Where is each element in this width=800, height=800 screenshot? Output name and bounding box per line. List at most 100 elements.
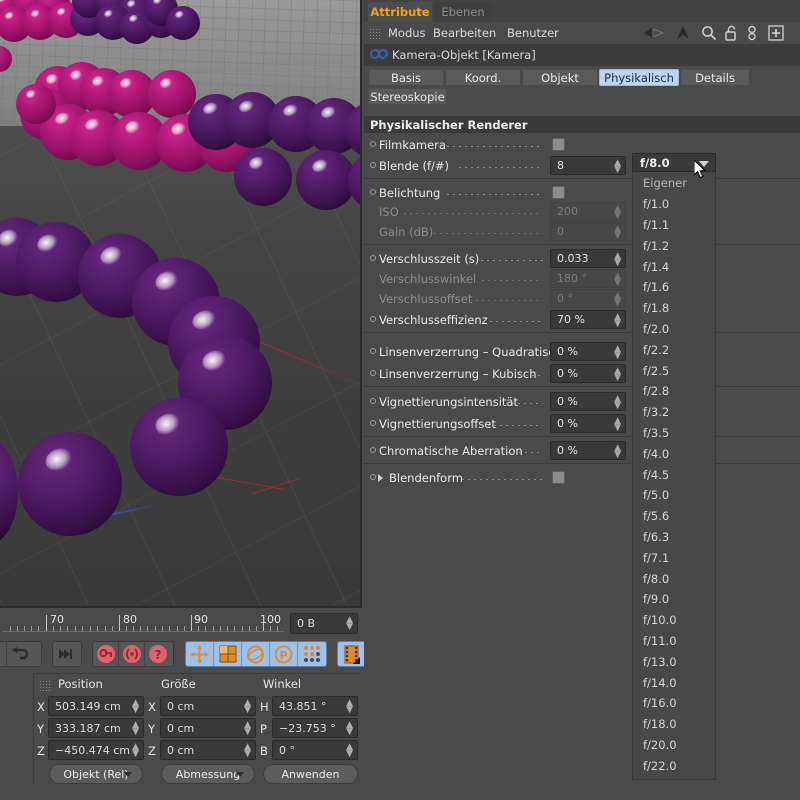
link-icon[interactable]	[746, 25, 764, 41]
animate-dot-icon[interactable]	[370, 189, 376, 195]
aperture-option[interactable]: f/3.5	[633, 423, 715, 444]
parameter-tool-icon[interactable]: P	[270, 642, 298, 666]
spinner-icon[interactable]: ▲ ▼	[244, 699, 251, 715]
move-tool-icon[interactable]	[186, 642, 214, 666]
spinner-icon[interactable]: ▲ ▼	[346, 721, 353, 737]
panel-grip-icon[interactable]	[39, 680, 52, 691]
position-y-field[interactable]: 333.187 cm ▲ ▼	[48, 718, 144, 738]
toolbar-group-timeline[interactable]	[337, 641, 367, 667]
aperture-option[interactable]: f/1.6	[633, 277, 715, 298]
property-tabs[interactable]: Basis Koord. Objekt Physikalisch Details…	[364, 67, 800, 111]
spinner-icon[interactable]: ▲ ▼	[614, 252, 621, 268]
size-mode-select[interactable]: Abmessung	[161, 764, 255, 784]
record-question-icon[interactable]: ?	[145, 642, 171, 666]
spinner-icon[interactable]: ▲ ▼	[244, 743, 251, 759]
spinner-icon[interactable]: ▲ ▼	[346, 699, 353, 715]
aperture-option[interactable]: f/1.8	[633, 298, 715, 319]
sphere-object[interactable]	[296, 150, 356, 210]
spinner-icon[interactable]: ▲ ▼	[614, 367, 621, 383]
verschlusseffizienz-field[interactable]: 70 % ▲ ▼	[550, 310, 626, 329]
timeline-icon[interactable]	[338, 642, 364, 666]
tab-ebenen[interactable]: Ebenen	[434, 2, 492, 22]
aperture-option[interactable]: f/13.0	[633, 651, 715, 672]
aperture-option[interactable]: f/22.0	[633, 755, 715, 776]
tab-koord[interactable]: Koord.	[445, 69, 521, 86]
timeline-ruler[interactable]: 70 80 90 100	[2, 610, 284, 636]
tab-stereoskopie[interactable]: Stereoskopie	[368, 88, 447, 105]
aperture-option[interactable]: f/4.5	[633, 464, 715, 485]
aperture-option[interactable]: f/1.0	[633, 194, 715, 215]
aperture-option[interactable]: f/6.3	[633, 527, 715, 548]
aperture-option[interactable]: f/8.0	[633, 568, 715, 589]
coordinates-manager[interactable]: Position Größe Winkel X 503.149 cm ▲ ▼ X …	[0, 670, 362, 792]
linsenverzerrung-quadratisch-field[interactable]: 0 % ▲ ▼	[550, 342, 626, 361]
attr-row-vignettierungsintensitaet[interactable]: Vignettierungsintensität 0 % ▲ ▼	[364, 391, 800, 412]
aperture-option[interactable]: f/16.0	[633, 693, 715, 714]
filmkamera-checkbox[interactable]	[552, 138, 565, 151]
frame-range-field[interactable]: 0 B ▲ ▼	[290, 613, 358, 634]
tab-attribute[interactable]: Attribute	[368, 2, 432, 22]
spinner-icon[interactable]: ▲ ▼	[132, 699, 139, 715]
scale-tool-icon[interactable]	[214, 642, 242, 666]
rotation-b-field[interactable]: 0 ° ▲ ▼	[272, 740, 358, 760]
aperture-option[interactable]: f/2.2	[633, 339, 715, 360]
spinner-icon[interactable]: ▲ ▼	[614, 345, 621, 361]
record-auto-icon[interactable]	[119, 642, 145, 666]
spinner-icon[interactable]: ▲ ▼	[614, 313, 621, 329]
sphere-object[interactable]	[148, 70, 196, 118]
attr-row-linsenverzerrung-kubisch[interactable]: Linsenverzerrung – Kubisch 0 % ▲ ▼	[364, 363, 800, 384]
animate-dot-icon[interactable]	[370, 447, 376, 453]
spinner-icon[interactable]: ▲ ▼	[346, 743, 353, 759]
aperture-option[interactable]: f/1.2	[633, 235, 715, 256]
manager-menubar[interactable]: Modus Bearbeiten Benutzer	[364, 22, 800, 44]
sphere-object[interactable]	[130, 398, 228, 496]
size-x-field[interactable]: 0 cm ▲ ▼	[160, 696, 256, 716]
size-z-field[interactable]: 0 cm ▲ ▼	[160, 740, 256, 760]
spinner-icon[interactable]: ▲ ▼	[132, 721, 139, 737]
tab-objekt[interactable]: Objekt	[522, 69, 598, 86]
spinner-icon[interactable]: ▲ ▼	[614, 395, 621, 411]
expand-triangle-icon[interactable]	[378, 474, 383, 482]
aperture-option[interactable]: f/2.0	[633, 319, 715, 340]
3d-viewport[interactable]	[0, 0, 362, 608]
attr-row-filmkamera[interactable]: Filmkamera	[364, 134, 800, 155]
record-key-icon[interactable]	[93, 642, 119, 666]
size-y-field[interactable]: 0 cm ▲ ▼	[160, 718, 256, 738]
position-x-field[interactable]: 503.149 cm ▲ ▼	[48, 696, 144, 716]
toolbar-group-tools[interactable]: P	[185, 641, 327, 667]
attr-row-vignettierungsoffset[interactable]: Vignettierungsoffset 0 % ▲ ▼	[364, 413, 800, 434]
aperture-option[interactable]: f/9.0	[633, 589, 715, 610]
aperture-option[interactable]: f/3.2	[633, 402, 715, 423]
aperture-option[interactable]: f/20.0	[633, 735, 715, 756]
attr-row-belichtung[interactable]: Belichtung	[364, 182, 800, 203]
animate-dot-icon[interactable]	[370, 141, 376, 147]
attr-row-verschlusseffizienz[interactable]: Verschlusseffizienz 70 % ▲ ▼	[364, 309, 800, 330]
rotation-h-field[interactable]: 43.851 ° ▲ ▼	[272, 696, 358, 716]
attr-row-verschlusszeit[interactable]: Verschlusszeit (s) 0.033 ▲ ▼	[364, 248, 800, 269]
aperture-option[interactable]: f/7.1	[633, 547, 715, 568]
animate-dot-icon[interactable]	[370, 316, 376, 322]
apply-button[interactable]: Anwenden	[263, 764, 358, 784]
aperture-option[interactable]: f/4.0	[633, 443, 715, 464]
aperture-option[interactable]: f/5.0	[633, 485, 715, 506]
play-icon[interactable]	[0, 642, 7, 666]
aperture-preset-list[interactable]: Eigener f/1.0 f/1.1 f/1.2 f/1.4 f/1.6 f/1.8 f/2…	[632, 172, 716, 781]
aperture-option[interactable]: f/11.0	[633, 631, 715, 652]
position-z-field[interactable]: −450.474 cm ▲ ▼	[48, 740, 144, 760]
tab-physikalisch[interactable]: Physikalisch	[599, 69, 679, 86]
animation-toolbar[interactable]: ? P	[0, 639, 367, 669]
linsenverzerrung-kubisch-field[interactable]: 0 % ▲ ▼	[550, 364, 626, 383]
coord-mode-select[interactable]: Objekt (Rel)	[49, 764, 143, 784]
aperture-option[interactable]: f/14.0	[633, 672, 715, 693]
tab-details[interactable]: Details	[680, 69, 750, 86]
points-tool-icon[interactable]	[298, 642, 326, 666]
menu-bearbeiten[interactable]: Bearbeiten	[433, 26, 496, 40]
toolbar-group-record[interactable]: ?	[92, 641, 174, 667]
vignettierungsintensitaet-field[interactable]: 0 % ▲ ▼	[550, 392, 626, 411]
animate-dot-icon[interactable]	[370, 370, 376, 376]
attr-row-blendenform[interactable]: Blendenform	[364, 467, 800, 488]
manager-tabbar[interactable]: Attribute Ebenen	[364, 0, 800, 22]
menu-modus[interactable]: Modus	[388, 26, 426, 40]
aperture-option[interactable]: f/5.6	[633, 506, 715, 527]
tab-basis[interactable]: Basis	[368, 69, 444, 86]
